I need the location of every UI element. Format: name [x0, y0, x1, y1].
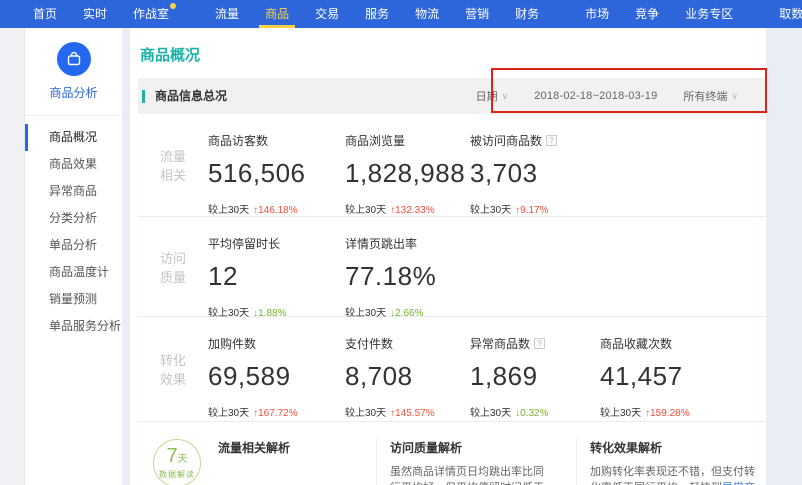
metric-group-label: 访问质量: [159, 249, 187, 287]
insight-visit-quality: 访问质量解析 虽然商品详情页日均跳出率比同行平均好，但平均停留时间低于同行平均，…: [376, 439, 551, 485]
help-icon[interactable]: ?: [546, 135, 557, 146]
shopping-bag-icon: [57, 42, 91, 76]
metric-avg-stay-time: 平均停留时长 12 较上30天↓1.88%: [208, 233, 345, 302]
metric-row-conversion: 转化效果 加购件数 69,589 较上30天↑167.72% 支付件数 8,70…: [138, 317, 766, 422]
nav-item-finance[interactable]: 财务: [515, 0, 539, 28]
notification-dot-icon: [170, 3, 176, 9]
top-nav: 首页 实时 作战室 流量 商品 交易 服务 物流 营销 财务 市场 竞争 业务专…: [0, 0, 802, 28]
metric-value: 69,589: [208, 361, 345, 392]
insights-section: 7天 数据解读 流量相关解析 访问质量解析 虽然商品详情页日均跳出率比同行平均好…: [138, 422, 766, 485]
date-range-value[interactable]: 2018-02-18~2018-03-19: [534, 90, 657, 102]
metric-paid-items: 支付件数 8,708 较上30天↑145.57%: [345, 333, 470, 407]
nav-item-business-zone[interactable]: 业务专区: [685, 0, 733, 28]
date-filter-dropdown[interactable]: 日期: [476, 88, 498, 104]
main-content: 商品概况 商品信息总况 日期 ∨ 2018-02-18~2018-03-19 所有…: [130, 28, 766, 485]
sidebar-item-sales-forecast[interactable]: 销量预测: [25, 286, 122, 313]
nav-item-home[interactable]: 首页: [33, 0, 57, 28]
insight-traffic: 流量相关解析: [218, 439, 376, 485]
metric-abnormal-goods-count: 异常商品数? 1,869 较上30天↓0.32%: [470, 333, 600, 407]
nav-item-logistics[interactable]: 物流: [415, 0, 439, 28]
metric-goods-pageviews: 商品浏览量 1,828,988 较上30天↑132.33%: [345, 130, 470, 202]
metric-row-visit-quality: 访问质量 平均停留时长 12 较上30天↓1.88% 详情页跳出率 77.18%…: [138, 217, 766, 317]
sidebar-item-goods-effect[interactable]: 商品效果: [25, 151, 122, 178]
nav-item-service[interactable]: 服务: [365, 0, 389, 28]
metric-value: 516,506: [208, 158, 345, 189]
metric-value: 3,703: [470, 158, 600, 189]
insight-conversion: 转化效果解析 加购转化率表现还不错，但支付转化率低于同行平均，赶快到异常商品并结…: [576, 439, 756, 485]
page-background: [766, 28, 802, 485]
nav-item-realtime[interactable]: 实时: [83, 0, 107, 28]
nav-item-data-extract[interactable]: 取数: [779, 0, 802, 28]
metric-visited-goods-count: 被访问商品数? 3,703 较上30天↑9.17%: [470, 130, 600, 202]
sidebar-item-goods-overview[interactable]: 商品概况: [25, 124, 122, 151]
sidebar-item-goods-thermometer[interactable]: 商品温度计: [25, 259, 122, 286]
nav-item-war-room[interactable]: 作战室: [133, 0, 169, 28]
metric-cart-adds: 加购件数 69,589 较上30天↑167.72%: [208, 333, 345, 407]
page-title: 商品概况: [130, 28, 766, 65]
chevron-down-icon: ∨: [731, 91, 738, 102]
metric-group-label: 流量相关: [159, 147, 187, 185]
sidebar-item-single-item-analysis[interactable]: 单品分析: [25, 232, 122, 259]
nav-item-marketing[interactable]: 营销: [465, 0, 489, 28]
metric-value: 12: [208, 261, 345, 292]
nav-item-goods[interactable]: 商品: [265, 0, 289, 28]
metric-group-label: 转化效果: [159, 351, 187, 389]
metric-row-traffic: 流量相关 商品访客数 516,506 较上30天↑146.18% 商品浏览量 1…: [138, 114, 766, 217]
nav-item-market[interactable]: 市场: [585, 0, 609, 28]
sidebar-main-gap: [122, 28, 130, 485]
sidebar-item-category-analysis[interactable]: 分类分析: [25, 205, 122, 232]
metric-value: 1,869: [470, 361, 600, 392]
section-title: 商品信息总况: [142, 90, 227, 103]
metric-value: 77.18%: [345, 261, 470, 292]
metric-goods-visitors: 商品访客数 516,506 较上30天↑146.18%: [208, 130, 345, 202]
chevron-down-icon: ∨: [502, 91, 509, 102]
metric-goods-favorites: 商品收藏次数 41,457 较上30天↑159.28%: [600, 333, 750, 407]
sidebar-item-item-service-analysis[interactable]: 单品服务分析: [25, 313, 122, 340]
section-header: 商品信息总况 日期 ∨ 2018-02-18~2018-03-19 所有终端 ∨: [138, 78, 766, 114]
sidebar: 商品分析 商品概况 商品效果 异常商品 分类分析 单品分析 商品温度计 销量预测…: [25, 28, 122, 485]
metric-detail-bounce-rate: 详情页跳出率 77.18% 较上30天↓2.66%: [345, 233, 470, 302]
help-icon[interactable]: ?: [534, 338, 545, 349]
nav-item-traffic[interactable]: 流量: [215, 0, 239, 28]
sidebar-panel-title: 商品分析: [25, 84, 122, 101]
seven-day-interpretation-badge: 7天 数据解读: [153, 439, 201, 485]
terminal-filter-dropdown[interactable]: 所有终端: [683, 88, 727, 104]
nav-item-competition[interactable]: 竞争: [635, 0, 659, 28]
metric-value: 1,828,988: [345, 158, 470, 189]
sidebar-item-abnormal-goods[interactable]: 异常商品: [25, 178, 122, 205]
nav-item-trade[interactable]: 交易: [315, 0, 339, 28]
metric-value: 8,708: [345, 361, 470, 392]
collapsed-rail: [0, 28, 25, 485]
metric-value: 41,457: [600, 361, 750, 392]
